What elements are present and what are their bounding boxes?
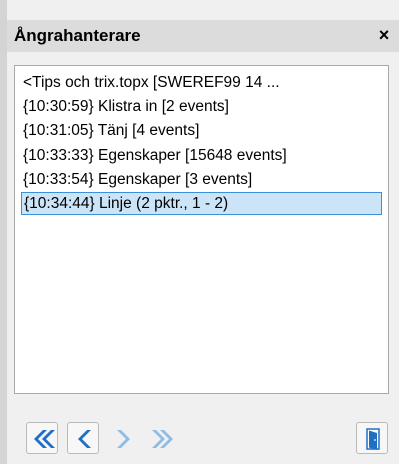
chevron-right-icon — [117, 430, 130, 448]
panel-titlebar[interactable]: Ångrahanterare × — [7, 20, 399, 52]
close-icon: × — [378, 25, 390, 45]
frame-edge — [0, 0, 7, 464]
undo-toolbar — [7, 397, 399, 464]
double-chevron-left-icon — [34, 430, 55, 448]
chevron-left-icon — [78, 430, 91, 448]
door-exit-icon — [366, 428, 380, 450]
history-item-3[interactable]: {10:33:33} Egenskaper [15648 events] — [21, 144, 382, 167]
history-item-5-selected[interactable]: {10:34:44} Linje (2 pktr., 1 - 2) — [21, 192, 382, 215]
window-frame: Ångrahanterare × <Tips och trix.topx [SW… — [0, 0, 399, 464]
undo-button[interactable] — [67, 422, 99, 454]
history-item-0[interactable]: <Tips och trix.topx [SWEREF99 14 ... — [21, 71, 382, 94]
history-list[interactable]: <Tips och trix.topx [SWEREF99 14 ... {10… — [14, 65, 389, 394]
undo-all-button[interactable] — [26, 422, 58, 454]
redo-button[interactable] — [107, 422, 139, 454]
redo-all-button[interactable] — [147, 422, 179, 454]
close-button[interactable]: × — [371, 22, 397, 48]
history-item-4[interactable]: {10:33:54} Egenskaper [3 events] — [21, 168, 382, 191]
panel-title: Ångrahanterare — [14, 26, 141, 45]
history-item-2[interactable]: {10:31:05} Tänj [4 events] — [21, 119, 382, 142]
double-chevron-right-icon — [152, 430, 173, 448]
history-item-1[interactable]: {10:30:59} Klistra in [2 events] — [21, 95, 382, 118]
exit-button[interactable] — [356, 422, 388, 454]
undo-manager-panel: Ångrahanterare × <Tips och trix.topx [SW… — [7, 20, 399, 464]
